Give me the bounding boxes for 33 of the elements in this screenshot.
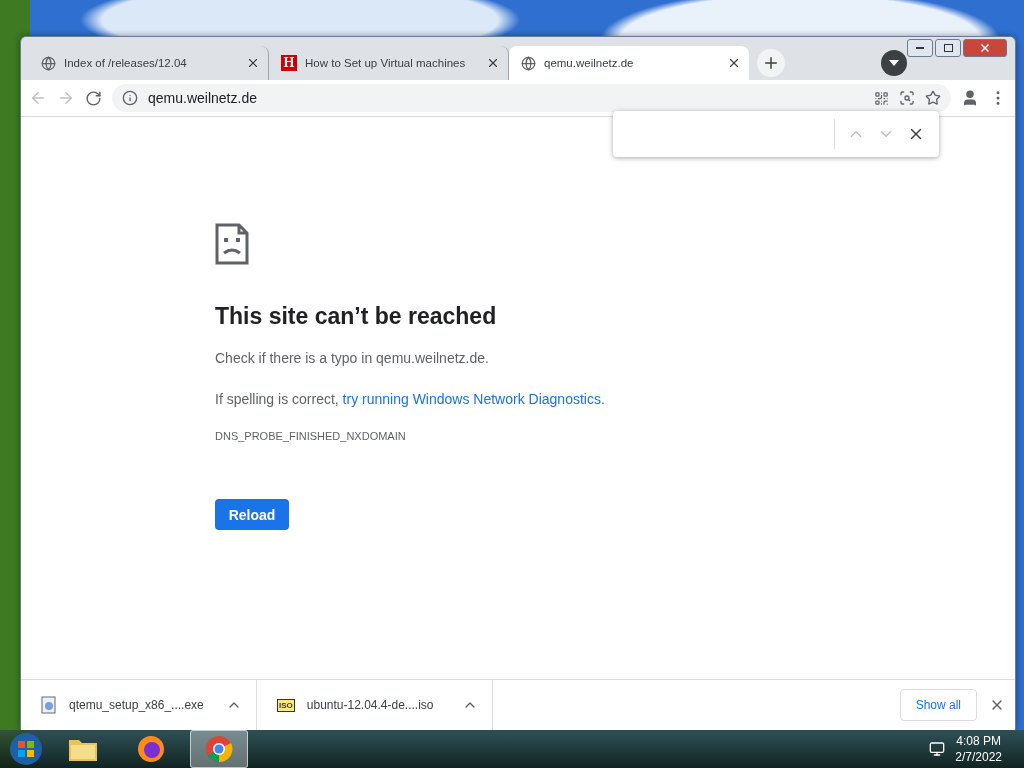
clock[interactable]: 4:08 PM 2/7/2022 xyxy=(955,733,1002,765)
plus-icon xyxy=(762,54,780,72)
profile-icon[interactable] xyxy=(961,89,979,107)
start-button[interactable] xyxy=(8,731,44,767)
close-icon[interactable] xyxy=(486,56,500,70)
new-tab-button[interactable] xyxy=(757,49,785,77)
close-icon[interactable] xyxy=(246,56,260,70)
error-hint: If spelling is correct, try running Windows Network Diagnostics. xyxy=(215,391,605,407)
show-all-button[interactable]: Show all xyxy=(899,689,977,721)
minimize-icon xyxy=(916,46,924,50)
disc-image-icon: ISO xyxy=(277,698,295,712)
firefox-icon xyxy=(137,735,165,763)
installer-icon xyxy=(41,696,57,714)
tab-search-button[interactable] xyxy=(881,50,907,76)
globe-icon xyxy=(521,55,536,71)
maximize-icon xyxy=(943,44,953,52)
close-icon xyxy=(979,42,991,54)
browser-tab[interactable]: qemu.weilnetz.de xyxy=(509,46,749,80)
chrome-icon xyxy=(205,735,233,763)
reload-button[interactable]: Reload xyxy=(215,499,289,530)
close-icon[interactable] xyxy=(727,56,741,70)
reload-icon[interactable] xyxy=(85,89,102,107)
address-bar[interactable]: qemu.weilnetz.de xyxy=(112,84,951,112)
error-title: This site can’t be reached xyxy=(215,303,498,330)
globe-icon xyxy=(41,55,56,71)
error-code: DNS_PROBE_FINISHED_NXDOMAIN xyxy=(215,430,406,442)
error-message: Check if there is a typo in qemu.weilnetz.de. xyxy=(215,350,489,366)
network-icon[interactable] xyxy=(929,741,946,757)
maximize-button[interactable] xyxy=(935,39,961,57)
sad-page-icon xyxy=(215,223,249,265)
site-logo-icon: H xyxy=(281,55,297,71)
diagnostics-link[interactable]: try running Windows Network Diagnostics xyxy=(342,391,601,407)
minimize-button[interactable] xyxy=(907,39,933,57)
